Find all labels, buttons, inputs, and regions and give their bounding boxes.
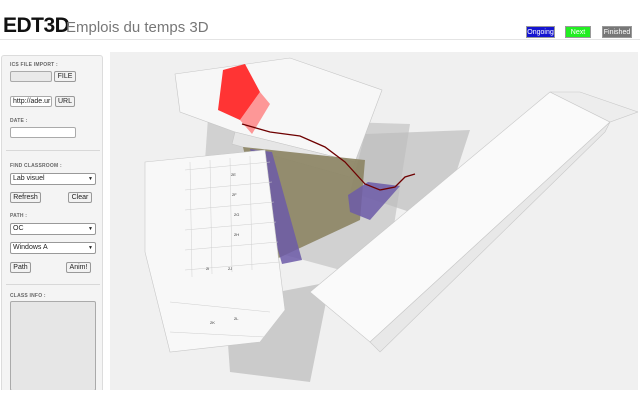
room-label: 2G: [234, 212, 239, 217]
divider: [6, 284, 100, 285]
ics-file-input[interactable]: [10, 71, 52, 82]
class-info-textarea[interactable]: [10, 301, 96, 391]
classroom-select[interactable]: Lab visuel ▼: [10, 173, 96, 185]
date-label: DATE :: [10, 118, 28, 124]
sidebar-panel: ICS FILE IMPORT : FILE http://ade.ur URL…: [1, 55, 103, 395]
room-label: 2E: [231, 172, 236, 177]
file-button[interactable]: FILE: [54, 71, 76, 82]
find-classroom-label: FIND CLASSROOM :: [10, 163, 62, 169]
app-window: EDT3D Emplois du temps 3D Ongoing Next F…: [0, 0, 640, 400]
divider: [6, 150, 100, 151]
anim-button[interactable]: Anim!: [66, 262, 91, 273]
room-label: 2I: [206, 266, 209, 271]
room-label: 2H: [234, 232, 239, 237]
url-button[interactable]: URL: [55, 96, 75, 107]
legend-ongoing: Ongoing: [526, 26, 555, 38]
chevron-down-icon: ▼: [88, 226, 93, 232]
app-subtitle: Emplois du temps 3D: [66, 19, 209, 36]
chevron-down-icon: ▼: [88, 245, 93, 251]
url-input[interactable]: http://ade.ur: [10, 96, 52, 107]
room-label: 2J: [228, 266, 232, 271]
path-from-select[interactable]: OC ▼: [10, 223, 96, 235]
ics-import-label: ICS FILE IMPORT :: [10, 62, 58, 68]
bottom-bar: [0, 390, 640, 400]
room-label: 2L: [234, 316, 239, 321]
header: EDT3D Emplois du temps 3D Ongoing Next F…: [0, 0, 640, 40]
date-input[interactable]: [10, 127, 76, 138]
legend-finished: Finished: [602, 26, 632, 38]
chevron-down-icon: ▼: [88, 176, 93, 182]
legend-next: Next: [565, 26, 591, 38]
clear-button[interactable]: Clear: [68, 192, 92, 203]
room-label: 2F: [232, 192, 237, 197]
room-label: 2K: [210, 320, 215, 325]
building-scene: 2E 2F 2G 2H 2I 2J 2K 2L: [144, 57, 638, 382]
building-wing-west: [144, 149, 286, 353]
class-info-label: CLASS INFO :: [10, 293, 46, 299]
classroom-select-value: Lab visuel: [13, 175, 45, 182]
3d-viewport[interactable]: 2E 2F 2G 2H 2I 2J 2K 2L: [110, 52, 638, 390]
path-to-select[interactable]: Windows A ▼: [10, 242, 96, 254]
refresh-button[interactable]: Refresh: [10, 192, 41, 203]
app-brand: EDT3D: [3, 14, 70, 37]
path-label: PATH :: [10, 213, 28, 219]
path-from-value: OC: [13, 225, 24, 232]
path-to-value: Windows A: [13, 244, 48, 251]
path-button[interactable]: Path: [10, 262, 31, 273]
